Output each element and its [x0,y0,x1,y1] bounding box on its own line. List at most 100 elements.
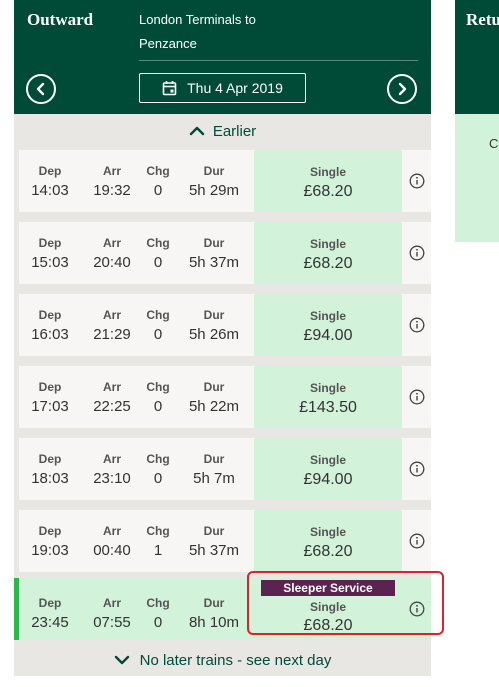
dur-label: Dur [203,308,225,322]
fare-price: £68.20 [303,183,353,200]
date-picker-button[interactable]: Thu 4 Apr 2019 [139,73,306,103]
duration: 5h 22m [188,398,240,415]
journey-info-button[interactable] [402,222,431,284]
fare-price: £143.50 [299,399,357,416]
journey-info-button[interactable] [402,366,431,428]
changes-count: 1 [153,542,163,559]
fare-option[interactable]: Single £143.50 [254,366,402,428]
journey-row[interactable]: Dep 15:03 Arr 20:40 Chg 0 Dur 5h 37m Single … [19,222,431,284]
fare-option[interactable]: Single £68.20 [254,510,402,572]
dep-label: Dep [38,452,62,466]
calendar-icon [162,81,177,96]
changes-count: 0 [153,182,163,199]
dep-time: 17:03 [31,398,69,415]
changes-count: 0 [153,398,163,415]
journey-info-button[interactable] [402,438,431,500]
return-title: Return [466,10,499,29]
return-header: Return [455,0,499,114]
arr-label: Arr [102,524,121,538]
dep-column: Dep 23:45 [29,596,71,633]
journey-row[interactable]: Dep 19:03 Arr 00:40 Chg 1 Dur 5h 37m Single … [19,510,431,572]
arr-label: Arr [102,164,121,178]
info-icon [409,461,424,477]
arr-time: 21:29 [93,326,131,343]
journey-info-button[interactable] [402,294,431,356]
fare-price: £68.20 [303,255,353,272]
dur-label: Dur [203,452,225,466]
changes-count: 0 [153,614,163,631]
chg-label: Chg [146,164,170,178]
dur-column: Dur 5h 22m [182,380,246,417]
dep-label: Dep [38,524,62,538]
arr-label: Arr [102,452,121,466]
chg-label: Chg [146,308,170,322]
journey-row[interactable]: Dep 16:03 Arr 21:29 Chg 0 Dur 5h 26m Single … [19,294,431,356]
arr-time: 07:55 [93,614,131,631]
duration: 8h 10m [188,614,240,631]
dur-label: Dur [203,236,225,250]
outward-header: Outward London Terminals to Penzance Thu… [14,0,431,114]
earlier-label: Earlier [212,122,257,140]
fare-option[interactable]: Single £94.00 [254,438,402,500]
chg-label: Chg [146,452,170,466]
route-destination: Penzance [139,36,197,51]
route-text: London Terminals to Penzance [139,8,309,56]
arr-time: 19:32 [93,182,131,199]
dur-label: Dur [203,524,225,538]
chg-column: Chg 0 [145,164,171,201]
arr-column: Arr 23:10 [89,452,135,489]
info-icon [409,389,424,405]
journey-info-button[interactable] [402,510,431,572]
info-icon [409,317,424,333]
arr-label: Arr [102,308,121,322]
arr-column: Arr 21:29 [89,308,135,345]
later-label: No later trains - see next day [139,651,332,669]
dep-label: Dep [38,596,62,610]
dur-column: Dur 5h 26m [182,308,246,345]
dep-label: Dep [38,164,62,178]
fare-type: Single [309,165,346,179]
journey-row[interactable]: Dep 17:03 Arr 22:25 Chg 0 Dur 5h 22m Single … [19,366,431,428]
chg-column: Chg 0 [145,596,171,633]
duration: 5h 7m [193,470,235,487]
dep-time: 19:03 [31,542,69,559]
dep-column: Dep 18:03 [29,452,71,489]
chg-column: Chg 0 [145,236,171,273]
info-icon [409,533,424,549]
previous-day-button[interactable] [26,74,56,104]
chevron-down-icon [114,655,129,665]
fare-option[interactable]: Single £68.20 [254,222,402,284]
dep-time: 15:03 [31,254,69,271]
fare-type: Single [309,309,346,323]
journey-times: Dep 17:03 Arr 22:25 Chg 0 Dur 5h 22m [19,366,254,428]
journey-info-button[interactable] [402,150,431,212]
fare-price: £94.00 [303,327,353,344]
journey-row[interactable]: Dep 18:03 Arr 23:10 Chg 0 Dur 5h 7m Single £… [19,438,431,500]
info-icon [409,173,424,189]
chevron-up-icon [189,126,205,136]
earlier-trains-button[interactable]: Earlier [14,118,431,144]
date-label: Thu 4 Apr 2019 [187,80,283,96]
fare-option[interactable]: Single £94.00 [254,294,402,356]
dep-label: Dep [38,236,62,250]
highlight-annotation [247,571,444,635]
info-icon [409,245,424,261]
chevron-right-icon [398,82,407,96]
fare-option[interactable]: Single £68.20 [254,150,402,212]
journey-row[interactable]: Dep 14:03 Arr 19:32 Chg 0 Dur 5h 29m Single … [19,150,431,212]
dur-label: Dur [203,164,225,178]
duration: 5h 37m [188,254,240,271]
changes-count: 0 [153,326,163,343]
dur-label: Dur [203,596,225,610]
changes-count: 0 [153,470,163,487]
changes-count: 0 [153,254,163,271]
duration: 5h 26m [188,326,240,343]
dur-label: Dur [203,380,225,394]
dep-column: Dep 14:03 [29,164,71,201]
fare-type: Single [309,525,346,539]
dep-time: 14:03 [31,182,69,199]
dep-column: Dep 16:03 [29,308,71,345]
dur-column: Dur 5h 29m [182,164,246,201]
later-trains-button[interactable]: No later trains - see next day [14,647,431,673]
next-day-button[interactable] [387,74,417,104]
